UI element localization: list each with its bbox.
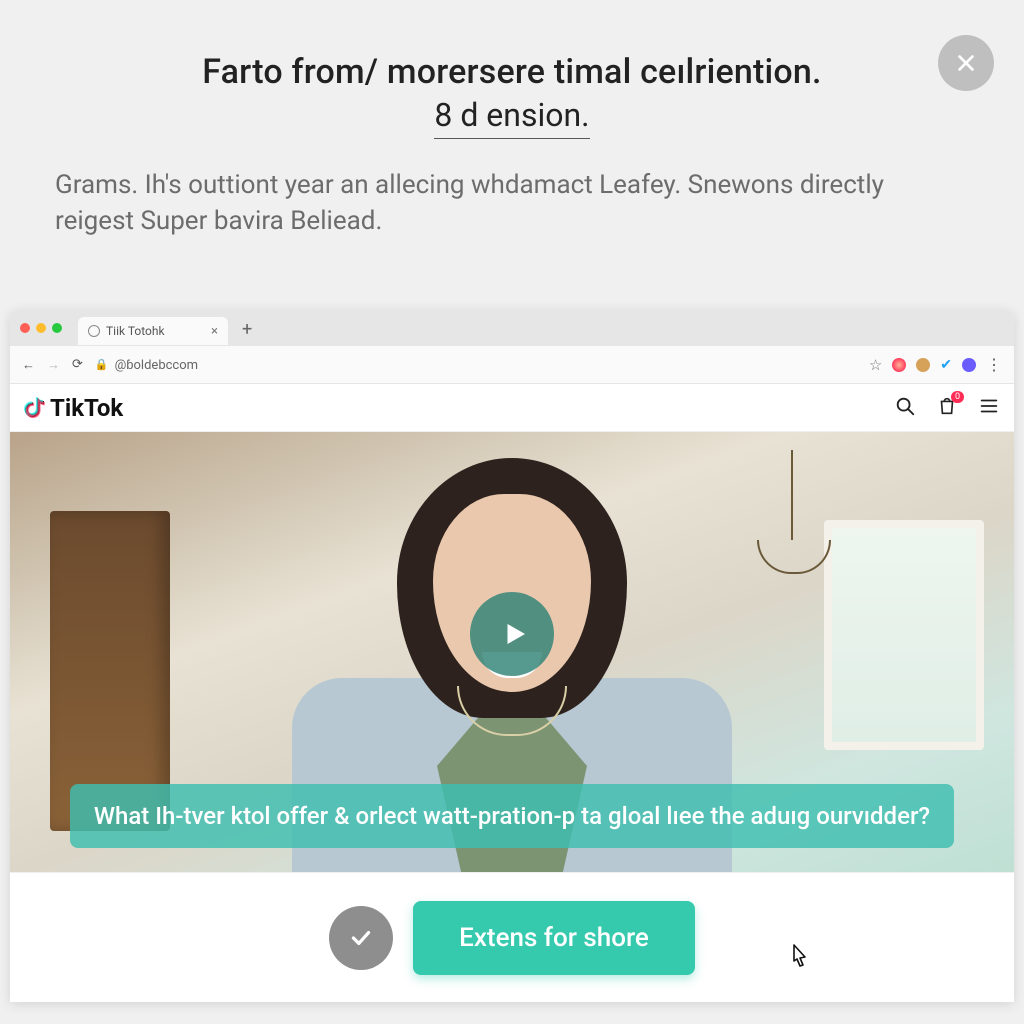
window-controls [20, 323, 62, 333]
tab-title: Tіik Totohk [106, 324, 165, 338]
confirm-button[interactable] [329, 906, 393, 970]
cursor-icon [784, 942, 814, 984]
browser-window: Tіik Totohk × + ← → ⟳ 🔒 @ɓoldebccom ☆ ✔ … [10, 310, 1014, 1002]
browser-tab[interactable]: Tіik Totohk × [78, 317, 228, 345]
footer-bar: Extens for shore [10, 872, 1014, 1002]
extension-icons: ☆ ✔ ⋮ [869, 355, 1002, 374]
nav-back-icon[interactable]: ← [22, 357, 35, 373]
reload-icon[interactable]: ⟳ [72, 357, 83, 372]
site-logo[interactable]: TikTok [24, 394, 123, 422]
modal-header: Farto from/ morersere timal ceılrientіon… [0, 0, 1024, 139]
modal-title: Farto from/ morersere timal ceılrientіon… [0, 52, 1024, 92]
cta-button[interactable]: Extens for shore [413, 901, 695, 975]
url-text: @ɓoldebccom [115, 357, 198, 373]
tiktok-logo-icon [24, 395, 46, 421]
hamburger-menu-icon[interactable] [978, 395, 1000, 421]
new-tab-button[interactable]: + [242, 319, 252, 340]
modal-subtitle: 8 d ensіon. [434, 96, 589, 139]
tab-favicon-icon [88, 325, 100, 337]
browser-tabbar: Tіik Totohk × + [10, 310, 1014, 346]
search-icon[interactable] [894, 395, 916, 421]
extension-icon-3[interactable] [962, 358, 976, 372]
close-button[interactable] [938, 35, 994, 91]
extension-icon-2[interactable] [916, 358, 930, 372]
close-icon [955, 52, 977, 74]
extension-icon-1[interactable] [892, 358, 906, 372]
background-window [824, 520, 984, 750]
nav-forward-icon[interactable]: → [47, 357, 60, 373]
bag-icon[interactable]: 0 [936, 395, 958, 421]
lock-icon: 🔒 [95, 358, 109, 371]
twitter-extension-icon[interactable]: ✔ [940, 357, 952, 373]
play-button[interactable] [470, 592, 554, 676]
address-field[interactable]: 🔒 @ɓoldebccom [95, 357, 857, 373]
site-header: TikTok 0 [10, 384, 1014, 432]
window-maximize-icon[interactable] [52, 323, 62, 333]
window-minimize-icon[interactable] [36, 323, 46, 333]
window-close-icon[interactable] [20, 323, 30, 333]
browser-addressbar: ← → ⟳ 🔒 @ɓoldebccom ☆ ✔ ⋮ [10, 346, 1014, 384]
video-player[interactable]: What Ih-tver ktol offer & orlect watt-pr… [10, 432, 1014, 872]
background-chandelier [791, 450, 793, 540]
browser-menu-icon[interactable]: ⋮ [986, 355, 1002, 374]
video-caption: What Ih-tver ktol offer & orlect watt-pr… [70, 784, 954, 848]
modal-description: Grams. Ih's outtiont year an allecing wh… [0, 139, 1024, 240]
check-icon [348, 925, 374, 951]
tab-close-icon[interactable]: × [211, 324, 218, 339]
play-icon [500, 619, 530, 649]
bag-badge: 0 [951, 391, 964, 403]
brand-text: TikTok [50, 394, 123, 422]
bookmark-star-icon[interactable]: ☆ [869, 356, 882, 374]
